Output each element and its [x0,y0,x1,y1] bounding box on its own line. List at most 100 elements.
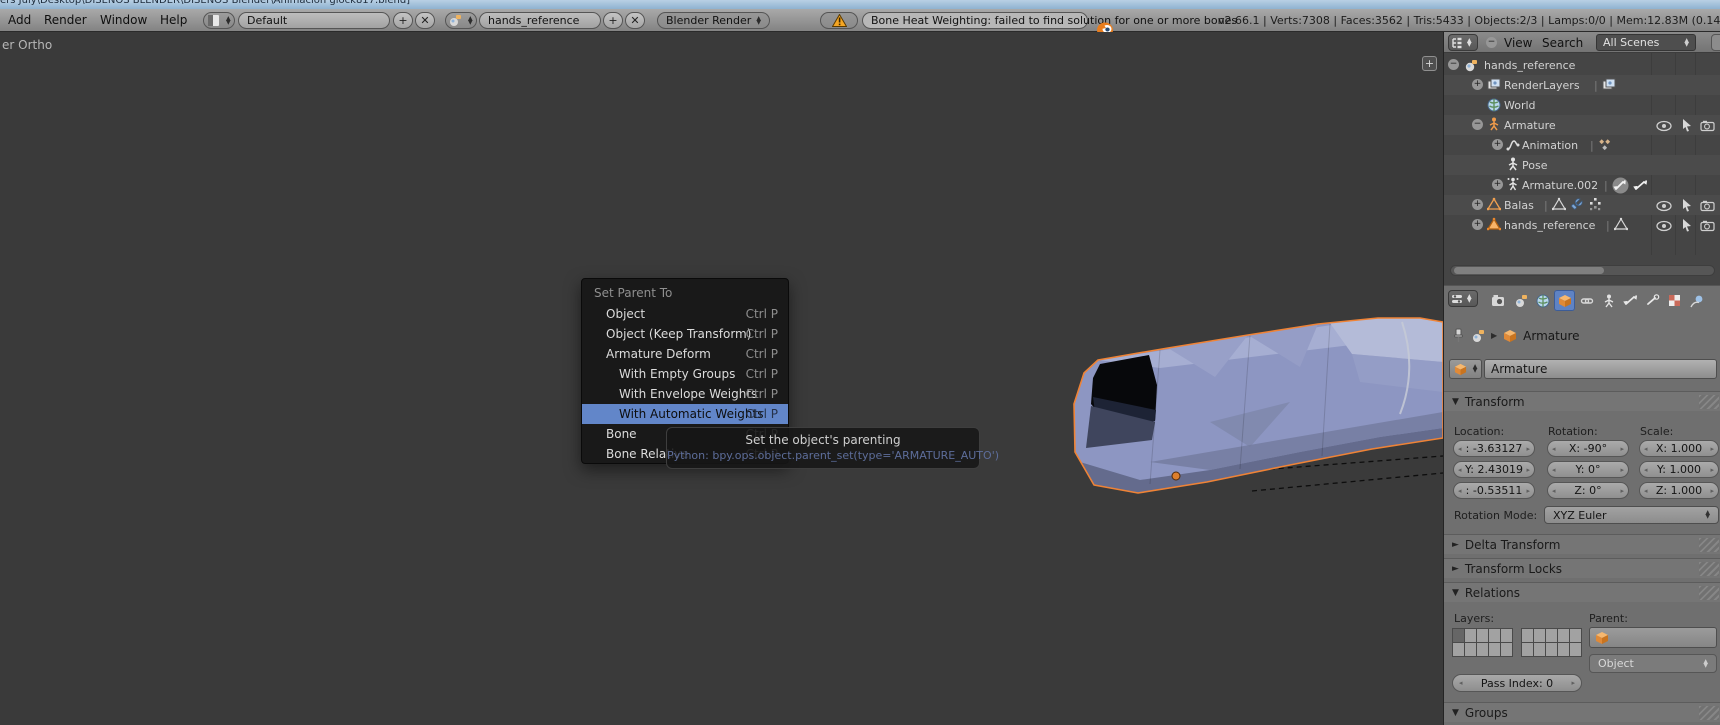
collapse-icon[interactable]: − [1472,119,1483,130]
cursor-arrow-icon[interactable] [1679,198,1695,212]
scale-z-field[interactable]: ◂Z: 1.000▸ [1639,482,1719,499]
scene-add-button[interactable]: + [603,12,623,29]
tab-texture[interactable] [1664,290,1685,311]
rotation-x-field[interactable]: ◂X: -90°▸ [1547,440,1629,457]
eye-icon[interactable] [1656,199,1672,213]
stepper-icon: ▲▼ [1473,365,1478,373]
tab-bone-constraints[interactable] [1642,290,1663,311]
layout-close-button[interactable]: ✕ [415,12,435,29]
tab-world[interactable] [1532,290,1553,311]
scrollbar-thumb[interactable] [1454,267,1604,274]
expand-icon[interactable]: + [1472,219,1483,230]
outliner-menu-search[interactable]: Search [1542,36,1583,50]
scene-icon[interactable] [1471,329,1485,343]
rotation-mode-dropdown[interactable]: XYZ Euler ▲▼ [1544,506,1719,524]
layers-grid-right[interactable] [1522,629,1582,657]
camera-render-icon[interactable] [1700,219,1716,233]
cursor-arrow-icon[interactable] [1679,118,1695,132]
eye-icon[interactable] [1656,219,1672,233]
tab-bone[interactable] [1620,290,1641,311]
outliner-row-pose[interactable]: Pose [1444,155,1720,175]
outliner-filter-dropdown[interactable]: All Scenes ▲▼ [1596,34,1696,51]
tab-constraints[interactable] [1576,290,1597,311]
expand-icon[interactable]: + [1472,79,1483,90]
menu-render[interactable]: Render [44,13,87,27]
tab-scene[interactable] [1510,290,1531,311]
menu-item-object-keep-transform[interactable]: Object (Keep Transform) Ctrl P [582,324,788,344]
parent-type-dropdown[interactable]: Object ▲▼ [1589,654,1717,673]
camera-render-icon[interactable] [1700,119,1716,133]
camera-render-icon[interactable] [1700,199,1716,213]
editor-type-button[interactable]: ▲▼ [1448,34,1478,51]
scene-icon-button[interactable]: ▲▼ [445,12,477,29]
tab-object[interactable] [1554,290,1575,311]
panel-grip[interactable] [1699,586,1719,600]
warning-icon-button[interactable] [820,12,858,29]
tab-render[interactable] [1488,290,1509,311]
eye-icon[interactable] [1656,119,1672,133]
layout-selector[interactable]: Default [238,12,390,29]
outliner-row-scene[interactable]: − hands_reference [1444,55,1720,75]
scene-close-button[interactable]: ✕ [625,12,645,29]
panel-grip[interactable] [1699,562,1719,576]
panel-header-transform-locks[interactable]: ► Transform Locks [1444,558,1720,578]
scene-selector[interactable]: hands_reference [479,12,601,29]
scale-y-field[interactable]: ◂Y: 1.000▸ [1639,461,1719,478]
cursor-arrow-icon[interactable] [1679,218,1695,232]
location-x-field[interactable]: ◂: -3.63127▸ [1453,440,1535,457]
layers-grid-left[interactable] [1453,629,1513,657]
editor-type-button[interactable]: ▲▼ [1448,290,1478,307]
rotation-y-field[interactable]: ◂Y: 0°▸ [1547,461,1629,478]
parent-object-field[interactable] [1589,627,1717,648]
outliner-row-armature-002[interactable]: + Armature.002 | [1444,175,1720,195]
menu-add[interactable]: Add [8,13,31,27]
menu-window[interactable]: Window [100,13,147,27]
object-id-button[interactable]: ▲▼ [1449,359,1482,379]
collapse-all-icon[interactable]: − [1486,37,1497,48]
screen-layout-icon-button[interactable]: ▲▼ [203,12,235,29]
outliner-row-hands-reference[interactable]: + hands_reference | [1444,215,1720,235]
menu-item-object[interactable]: Object Ctrl P [582,304,788,324]
arm-mesh-object[interactable] [1040,292,1443,507]
panel-grip[interactable] [1699,395,1719,409]
outliner-horizontal-scrollbar[interactable] [1450,265,1715,276]
open-panel-plus-button[interactable]: + [1422,56,1437,71]
render-engine-selector[interactable]: Blender Render ▲▼ [657,12,770,29]
menu-help[interactable]: Help [160,13,187,27]
tab-object-data[interactable] [1598,290,1619,311]
outliner-row-armature[interactable]: − Armature [1444,115,1720,135]
panel-open-icon: ▼ [1452,397,1459,407]
layout-add-button[interactable]: + [393,12,413,29]
panel-grip[interactable] [1699,538,1719,552]
bone-constraint-icon [1645,294,1660,307]
object-name-field[interactable]: Armature [1484,359,1717,379]
menu-item-with-automatic-weights[interactable]: With Automatic Weights Ctrl P [582,404,788,424]
menu-item-armature-deform[interactable]: Armature Deform Ctrl P [582,344,788,364]
location-z-field[interactable]: ◂: -0.53511▸ [1453,482,1535,499]
pin-icon[interactable] [1452,328,1465,343]
stepper-icon: ▲▼ [1467,39,1472,47]
tab-physics[interactable] [1686,290,1707,311]
expand-icon[interactable]: + [1492,179,1503,190]
scale-x-field[interactable]: ◂X: 1.000▸ [1639,440,1719,457]
outliner-row-world[interactable]: World [1444,95,1720,115]
panel-grip[interactable] [1699,706,1719,720]
outliner-row-renderlayers[interactable]: + RenderLayers | [1444,75,1720,95]
outliner-menu-view[interactable]: View [1504,36,1532,50]
expand-icon[interactable]: + [1472,199,1483,210]
separator: | [1594,79,1598,92]
menu-item-with-empty-groups[interactable]: With Empty Groups Ctrl P [582,364,788,384]
panel-header-relations[interactable]: ▼ Relations [1444,582,1720,602]
outliner-row-animation[interactable]: + Animation | [1444,135,1720,155]
panel-header-transform[interactable]: ▼ Transform [1444,391,1720,411]
rotation-z-field[interactable]: ◂Z: 0°▸ [1547,482,1629,499]
armature-figure-icon [1602,294,1616,308]
location-y-field[interactable]: ◂Y: 2.43019▸ [1453,461,1535,478]
pass-index-field[interactable]: ◂ Pass Index: 0 ▸ [1452,674,1582,692]
menu-item-with-envelope-weights[interactable]: With Envelope Weights Ctrl P [582,384,788,404]
collapse-icon[interactable]: − [1448,59,1459,70]
panel-header-delta-transform[interactable]: ► Delta Transform [1444,534,1720,554]
outliner-row-balas[interactable]: + Balas | [1444,195,1720,215]
expand-icon[interactable]: + [1492,139,1503,150]
panel-header-groups[interactable]: ▼ Groups [1444,702,1720,722]
